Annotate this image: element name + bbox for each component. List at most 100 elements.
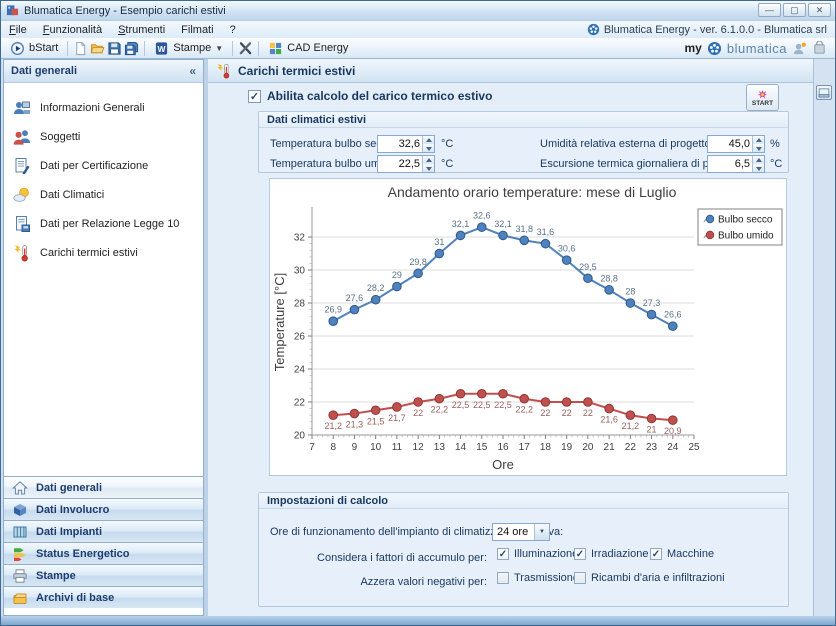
svg-text:20,9: 20,9 [664,426,682,436]
collapse-sidebar-icon[interactable]: « [189,64,196,78]
nav-item-archivi-di-base[interactable]: Archivi di base [4,586,203,608]
involucro-icon [12,502,28,518]
stampe-button[interactable]: W Stampe ▼ [150,40,227,57]
page-header: Carichi termici estivi [208,59,813,83]
user-account-icon[interactable] [792,41,807,56]
menu-item-strumenti[interactable]: Strumenti [110,23,173,37]
nav-item-dati-involucro[interactable]: Dati Involucro [4,498,203,520]
chevron-down-icon: ▼ [215,44,223,53]
svg-text:14: 14 [455,442,467,453]
menu-item-[interactable]: ? [222,23,244,37]
checkbox-irradiazione[interactable]: ✓Irradiazione [574,548,648,560]
spin-up-icon[interactable] [753,156,764,164]
right-dock-strip [813,59,835,616]
sidebar-item-soggetti[interactable]: Soggetti [4,122,203,151]
umidita-relativa-esterna-input[interactable] [708,136,752,152]
svg-text:22: 22 [583,408,593,418]
svg-text:26,6: 26,6 [664,310,682,320]
blumatica-logo-icon [707,41,722,56]
checkbox-box[interactable]: ✓ [650,548,662,560]
svg-text:23: 23 [646,442,658,453]
enable-calc-checkbox[interactable]: ✓ [248,90,261,103]
sidebar-item-carichi-termici-estivi[interactable]: Carichi termici estivi [4,238,203,267]
impianti-icon [12,524,28,540]
sidebar-item-dati-climatici[interactable]: Dati Climatici [4,180,203,209]
sidebar-item-label: Dati per Certificazione [40,160,148,172]
svg-text:22: 22 [413,408,423,418]
checkbox-ricambi-d-aria-e-infiltrazioni[interactable]: Ricambi d'aria e infiltrazioni [574,572,725,584]
checkbox-box[interactable] [497,572,509,584]
azzera-label: Azzera valori negativi per: [270,573,487,591]
delete-tools-icon[interactable] [238,41,253,56]
spin-down-icon[interactable] [753,144,764,152]
sidebar-item-label: Dati Climatici [40,189,104,201]
cad-grid-icon [268,41,283,56]
temperatura-bulbo-umido-input[interactable] [378,156,422,172]
menu-bar: FileFunzionalitàStrumentiFilmati? Blumat… [1,21,835,38]
toolbar: bStart W Stampe ▼ CAD Energy my blumatic… [1,38,835,59]
start-button[interactable]: START [746,84,779,111]
spin-down-icon[interactable] [753,164,764,172]
svg-text:20: 20 [582,442,594,453]
svg-text:31,8: 31,8 [515,224,533,234]
toolbar-separator [144,41,145,56]
checkbox-box[interactable]: ✓ [574,548,586,560]
menu-item-file[interactable]: File [1,23,35,37]
svg-text:31: 31 [434,237,444,247]
spin-up-icon[interactable] [753,136,764,144]
new-file-icon[interactable] [73,41,88,56]
checkbox-illuminazione[interactable]: ✓ Illuminazione [497,548,578,560]
close-icon[interactable]: ✕ [808,3,831,17]
checkbox-label: Illuminazione [514,548,578,560]
svg-text:Temperature [°C]: Temperature [°C] [272,273,287,371]
checkbox-trasmissione[interactable]: Trasmissione [497,572,579,584]
enable-calc-row: ✓ Abilita calcolo del carico termico est… [248,89,492,103]
spin-up-icon[interactable] [423,156,434,164]
sidebar-item-dati-per-relazione-legge-10[interactable]: Dati per Relazione Legge 10 [4,209,203,238]
nav-item-dati-generali[interactable]: Dati generali [4,476,203,498]
svg-text:28,8: 28,8 [600,273,618,283]
svg-text:22,5: 22,5 [452,400,470,410]
sidebar-item-dati-per-certificazione[interactable]: Dati per Certificazione [4,151,203,180]
svg-text:27,3: 27,3 [643,298,661,308]
nav-item-status-energetico[interactable]: Status Energetico [4,542,203,564]
checkbox-label: Ricambi d'aria e infiltrazioni [591,572,725,584]
version-text-area: Blumatica Energy - ver. 6.1.0.0 - Blumat… [587,23,835,36]
svg-text:Bulbo secco: Bulbo secco [718,215,773,226]
svg-text:11: 11 [392,442,403,453]
title-bar: Blumatica Energy - Esempio carichi estiv… [1,1,835,21]
checkbox-box[interactable] [574,572,586,584]
chevron-down-icon: ▼ [534,524,549,540]
spin-up-icon[interactable] [423,136,434,144]
page-title: Carichi termici estivi [238,64,355,78]
sidebar-item-list: Informazioni GeneraliSoggetti Dati per Ce… [4,84,203,476]
svg-text:22,2: 22,2 [431,405,449,415]
dock-panel-button[interactable] [816,85,832,100]
svg-text:18: 18 [540,442,552,453]
temperatura-bulbo-secco-input[interactable] [378,136,422,152]
sidebar-item-informazioni-generali[interactable]: Informazioni Generali [4,93,203,122]
maximize-icon[interactable]: ▢ [783,3,806,17]
hours-dropdown[interactable]: 24 ore ▼ [492,523,550,541]
svg-text:Ore: Ore [492,457,514,472]
svg-text:7: 7 [309,442,315,453]
nav-item-dati-impianti[interactable]: Dati Impianti [4,520,203,542]
cart-icon[interactable] [812,41,827,56]
save-icon[interactable] [107,41,122,56]
escursione-termica-giornaliera-input[interactable] [708,156,752,172]
bstart-button[interactable]: bStart [6,40,62,57]
menu-item-funzionalit[interactable]: Funzionalità [35,23,110,37]
open-folder-icon[interactable] [90,41,105,56]
spin-down-icon[interactable] [423,144,434,152]
minimize-icon[interactable]: — [758,3,781,17]
doc-cert-icon [13,157,31,175]
cad-energy-button[interactable]: CAD Energy [264,40,352,57]
nav-item-stampe[interactable]: Stampe [4,564,203,586]
save-all-icon[interactable] [124,41,139,56]
checkbox-box[interactable]: ✓ [497,548,509,560]
spin-down-icon[interactable] [423,164,434,172]
svg-text:22,5: 22,5 [494,400,512,410]
word-export-icon: W [154,41,169,56]
menu-item-filmati[interactable]: Filmati [173,23,221,37]
checkbox-macchine[interactable]: ✓Macchine [650,548,714,560]
